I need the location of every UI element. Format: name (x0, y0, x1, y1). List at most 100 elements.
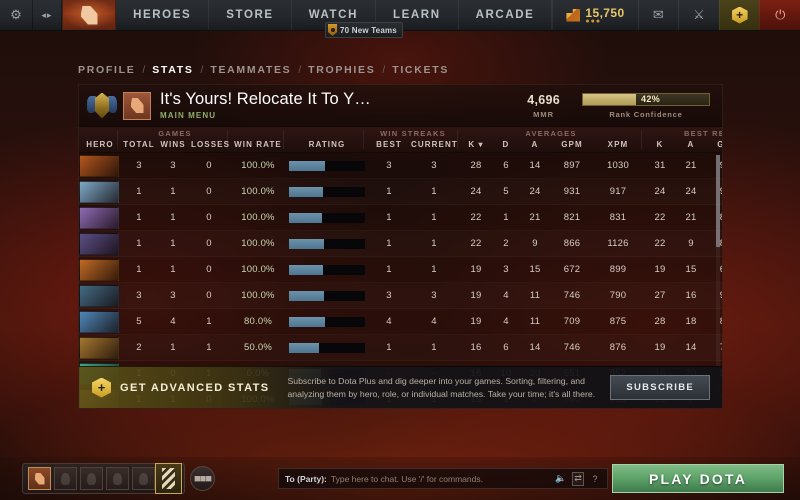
table-column-header-best[interactable]: BEST (369, 140, 409, 149)
armory-icon[interactable]: ⚔ (678, 0, 719, 30)
hero-portrait-icon[interactable] (79, 155, 119, 177)
table-column-header-xpm[interactable]: XPM (595, 140, 641, 149)
scrollbar-thumb[interactable] (716, 155, 720, 247)
person-icon (113, 472, 122, 485)
cell-best: 4 (386, 316, 392, 327)
column-divider (117, 130, 118, 149)
hero-portrait-icon[interactable] (79, 285, 119, 307)
table-column-header-hero[interactable]: HERO (79, 140, 121, 149)
table-row[interactable]: 21150.0%11166147468761914753898 (79, 335, 722, 361)
cell-total: 1 (136, 212, 142, 223)
power-icon[interactable]: ⏻ (759, 0, 800, 30)
table-column-header-gpm[interactable]: GPM (551, 140, 593, 149)
table-column-header-losses[interactable]: LOSSES (191, 140, 229, 149)
cell-xpm: 790 (609, 290, 627, 301)
nav-tab-store[interactable]: STORE (209, 0, 292, 30)
gear-icon[interactable]: ⚙ (0, 0, 33, 30)
table-row[interactable]: 54180.0%441941170987528188891196 (79, 309, 722, 335)
party-slot-empty[interactable] (80, 467, 103, 490)
cell-k: 22 (470, 238, 482, 249)
back-forward-arrows-icon[interactable]: ◂▸ (33, 0, 62, 30)
microphone-icon[interactable]: 🔈 (555, 472, 567, 486)
table-column-header-k[interactable]: K ▾ (461, 140, 491, 149)
cell-bk: 22 (654, 212, 666, 223)
dota-logo-icon[interactable] (61, 0, 117, 30)
party-slot-empty[interactable] (106, 467, 129, 490)
table-row[interactable]: 330100.0%3328614897103031219121132 (79, 153, 722, 179)
nav-tab-arcade[interactable]: ARCADE (459, 0, 553, 30)
table-row[interactable]: 110100.0%11193156728991915672899 (79, 257, 722, 283)
cell-wins: 1 (170, 212, 176, 223)
cell-ba: 9 (688, 238, 694, 249)
subscribe-button[interactable]: SUBSCRIBE (610, 375, 710, 400)
subtab-trophies[interactable]: TROPHIES (308, 64, 375, 76)
new-teams-badge[interactable]: 70 New Teams (325, 22, 403, 38)
nav-tab-heroes[interactable]: HEROES (116, 0, 210, 30)
subtab-separator: / (382, 64, 386, 76)
rating-bar (289, 291, 365, 301)
plus-hex-shape (731, 6, 748, 24)
party-slot-empty[interactable] (132, 467, 155, 490)
mail-icon[interactable]: ✉ (637, 0, 679, 30)
table-row[interactable]: 110100.0%11222986611262298661126 (79, 231, 722, 257)
chat-input[interactable]: To (Party): Type here to chat. Use '/' f… (278, 468, 608, 489)
party-slot-self[interactable] (28, 467, 51, 490)
cell-wins: 1 (170, 264, 176, 275)
cell-current: 1 (431, 264, 437, 275)
cell-wins: 1 (170, 342, 176, 353)
cell-total: 1 (136, 186, 142, 197)
table-column-header-rating[interactable]: RATING (287, 140, 367, 149)
cell-xpm: 899 (609, 264, 627, 275)
stats-panel: It's Yours! Relocate It To Y… MAIN MENU … (78, 84, 723, 409)
table-row[interactable]: 110100.0%11245249319172424931917 (79, 179, 722, 205)
profile-name-block: It's Yours! Relocate It To Y… MAIN MENU (160, 91, 371, 120)
table-column-header-d[interactable]: D (493, 140, 519, 149)
table-column-header-bk[interactable]: K (645, 140, 675, 149)
help-icon[interactable]: ? (589, 472, 601, 486)
table-column-header-winrate[interactable]: WIN RATE (231, 140, 285, 149)
hero-portrait-icon[interactable] (79, 311, 119, 333)
subtab-profile[interactable]: PROFILE (78, 64, 135, 76)
profile-subtitle: MAIN MENU (160, 110, 217, 120)
roster-icon[interactable]: ■■■ (190, 466, 215, 491)
table-column-header-a[interactable]: A (521, 140, 549, 149)
table-column-header-wins[interactable]: WINS (157, 140, 189, 149)
cell-current: 3 (431, 290, 437, 301)
hero-portrait-icon[interactable] (79, 337, 119, 359)
cell-best: 1 (386, 238, 392, 249)
rating-bar (289, 161, 365, 171)
chat-switch-icon[interactable]: ⇄ (572, 471, 584, 486)
rank-confidence-block: 42% Rank Confidence (582, 92, 710, 119)
rating-bar-fill (289, 239, 324, 249)
subtab-tickets[interactable]: TICKETS (392, 64, 449, 76)
hero-portrait-icon[interactable] (79, 207, 119, 229)
currency-display[interactable]: 15,750 ●●● (552, 0, 637, 30)
table-row[interactable]: 110100.0%11221218218312221821831 (79, 205, 722, 231)
hero-portrait-icon[interactable] (79, 181, 119, 203)
cell-a: 24 (529, 186, 541, 197)
hero-portrait-icon[interactable] (79, 233, 119, 255)
dota-plus-icon[interactable] (718, 0, 760, 30)
party-slot-empty[interactable] (54, 467, 77, 490)
table-column-header-current[interactable]: CURRENT (411, 140, 457, 149)
scrollbar[interactable] (716, 155, 720, 395)
column-divider (457, 130, 458, 149)
cell-bk: 22 (654, 238, 666, 249)
table-group-header: BEST RECORDS (684, 129, 722, 138)
table-row[interactable]: 330100.0%33194117467902716938895 (79, 283, 722, 309)
hero-portrait-icon[interactable] (79, 259, 119, 281)
cell-winrate: 80.0% (244, 316, 272, 327)
play-dota-button[interactable]: PLAY DOTA (612, 464, 784, 493)
cell-ba: 18 (685, 316, 697, 327)
cell-ba: 21 (685, 212, 697, 223)
subtab-stats[interactable]: STATS (152, 64, 193, 76)
advanced-stats-banner: GET ADVANCED STATS Subscribe to Dota Plu… (79, 366, 722, 408)
avatar[interactable] (123, 91, 151, 120)
mmr-value: 4,696 (527, 92, 560, 107)
table-column-header-ba[interactable]: A (677, 140, 705, 149)
banner-icon[interactable] (155, 463, 182, 494)
subtab-teammates[interactable]: TEAMMATES (210, 64, 291, 76)
cell-current: 1 (431, 342, 437, 353)
table-column-header-bgpm[interactable]: GPM (707, 140, 722, 149)
table-column-header-total[interactable]: TOTAL (123, 140, 155, 149)
